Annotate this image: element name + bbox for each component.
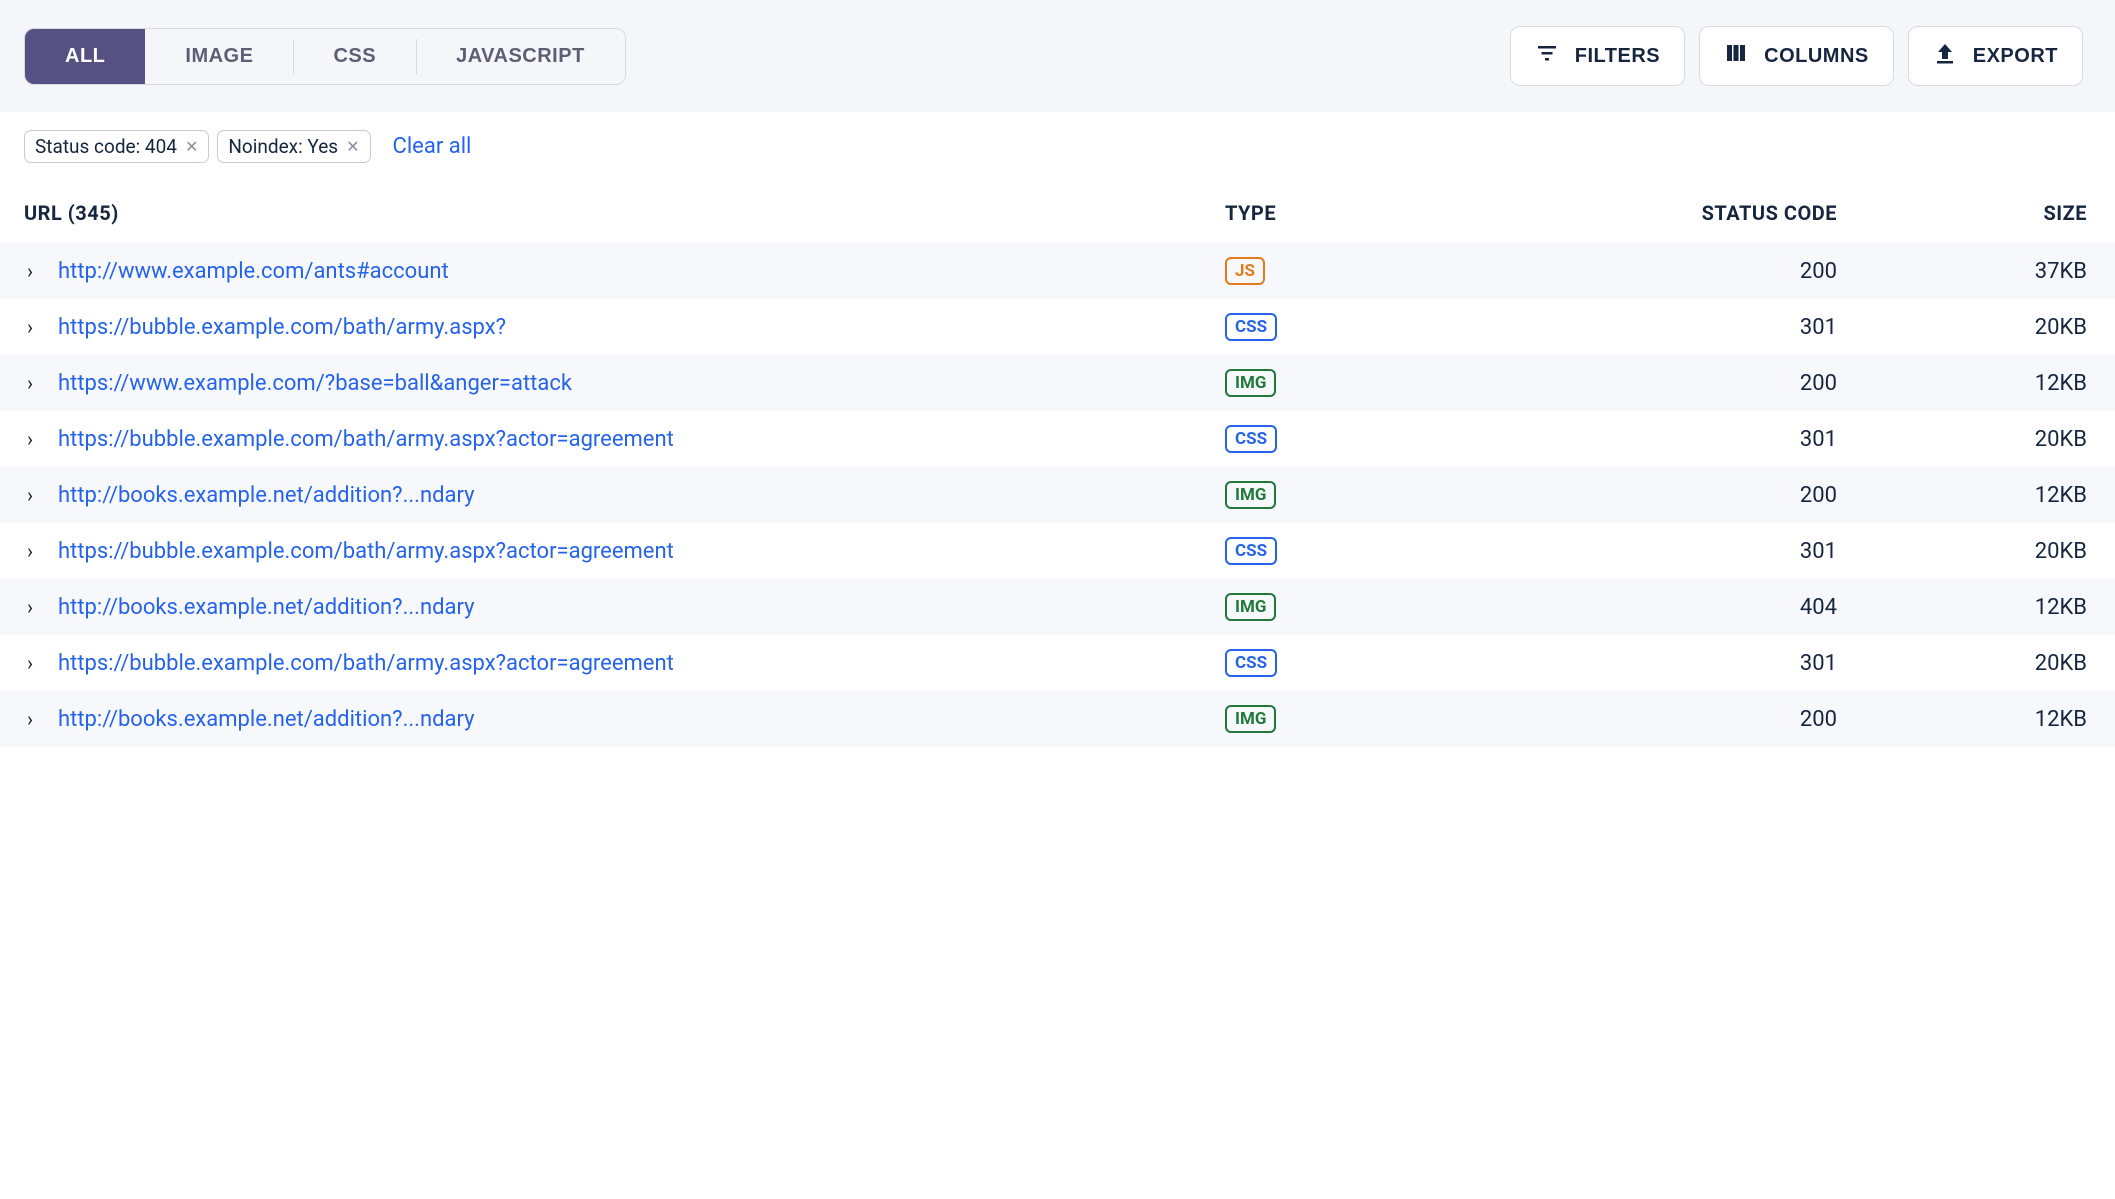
type-badge: IMG xyxy=(1225,705,1276,733)
chevron-right-icon[interactable]: › xyxy=(18,315,42,339)
chevron-right-icon[interactable]: › xyxy=(18,651,42,675)
status-code: 200 xyxy=(1507,371,1847,396)
url-link[interactable]: https://bubble.example.com/bath/army.asp… xyxy=(58,539,1207,564)
table-row: › http://books.example.net/addition?...nd… xyxy=(0,691,2115,747)
url-link[interactable]: http://books.example.net/addition?...nda… xyxy=(58,595,1207,620)
chevron-right-icon[interactable]: › xyxy=(18,595,42,619)
clear-all-filters[interactable]: Clear all xyxy=(393,134,472,159)
file-size: 12KB xyxy=(1847,707,2087,732)
type-badge: CSS xyxy=(1225,313,1277,341)
table-row: › https://bubble.example.com/bath/army.as… xyxy=(0,299,2115,355)
table-row: › https://bubble.example.com/bath/army.as… xyxy=(0,523,2115,579)
type-cell: CSS xyxy=(1207,649,1507,677)
type-badge: CSS xyxy=(1225,649,1277,677)
table-row: › https://www.example.com/?base=ball&ange… xyxy=(0,355,2115,411)
file-size: 20KB xyxy=(1847,651,2087,676)
columns-button[interactable]: COLUMNS xyxy=(1699,26,1894,86)
status-code: 200 xyxy=(1507,483,1847,508)
type-cell: IMG xyxy=(1207,481,1507,509)
type-cell: JS xyxy=(1207,257,1507,285)
url-link[interactable]: http://books.example.net/addition?...nda… xyxy=(58,707,1207,732)
status-code: 301 xyxy=(1507,427,1847,452)
columns-icon xyxy=(1724,41,1748,71)
chevron-right-icon[interactable]: › xyxy=(18,371,42,395)
status-code: 404 xyxy=(1507,595,1847,620)
status-code: 301 xyxy=(1507,315,1847,340)
type-cell: IMG xyxy=(1207,369,1507,397)
chevron-right-icon[interactable]: › xyxy=(18,483,42,507)
tab-javascript[interactable]: JAVASCRIPT xyxy=(416,29,625,84)
type-badge: IMG xyxy=(1225,593,1276,621)
url-link[interactable]: https://bubble.example.com/bath/army.asp… xyxy=(58,315,1207,340)
table-row: › http://www.example.com/ants#account JS 20… xyxy=(0,243,2115,299)
col-header-status[interactable]: STATUS CODE xyxy=(1507,201,1847,225)
file-size: 20KB xyxy=(1847,315,2087,340)
chevron-right-icon[interactable]: › xyxy=(18,427,42,451)
filter-chip-label: Status code: 404 xyxy=(35,135,177,158)
toolbar: ALL IMAGE CSS JAVASCRIPT FILTERS COLUMNS… xyxy=(0,0,2115,112)
col-header-type[interactable]: TYPE xyxy=(1207,201,1507,225)
close-icon[interactable]: ✕ xyxy=(185,139,198,155)
col-header-size[interactable]: SIZE xyxy=(1847,201,2087,225)
filter-icon xyxy=(1535,41,1559,71)
tab-image[interactable]: IMAGE xyxy=(145,29,293,84)
file-size: 12KB xyxy=(1847,483,2087,508)
status-code: 200 xyxy=(1507,259,1847,284)
table-row: › https://bubble.example.com/bath/army.as… xyxy=(0,411,2115,467)
file-size: 20KB xyxy=(1847,539,2087,564)
type-badge: CSS xyxy=(1225,425,1277,453)
url-table: URL (345) TYPE STATUS CODE SIZE › http://… xyxy=(0,171,2115,747)
filter-chip-label: Noindex: Yes xyxy=(228,135,338,158)
status-code: 301 xyxy=(1507,539,1847,564)
columns-label: COLUMNS xyxy=(1764,45,1869,68)
table-row: › http://books.example.net/addition?...nd… xyxy=(0,579,2115,635)
url-link[interactable]: http://books.example.net/addition?...nda… xyxy=(58,483,1207,508)
export-button[interactable]: EXPORT xyxy=(1908,26,2083,86)
status-code: 200 xyxy=(1507,707,1847,732)
tab-css[interactable]: CSS xyxy=(293,29,416,84)
chevron-right-icon[interactable]: › xyxy=(18,259,42,283)
table-row: › https://bubble.example.com/bath/army.as… xyxy=(0,635,2115,691)
type-cell: IMG xyxy=(1207,705,1507,733)
tab-group: ALL IMAGE CSS JAVASCRIPT xyxy=(24,28,626,85)
type-cell: CSS xyxy=(1207,313,1507,341)
close-icon[interactable]: ✕ xyxy=(346,139,359,155)
url-link[interactable]: http://www.example.com/ants#account xyxy=(58,259,1207,284)
filter-bar: Status code: 404 ✕ Noindex: Yes ✕ Clear … xyxy=(0,112,2115,171)
table-header: URL (345) TYPE STATUS CODE SIZE xyxy=(0,171,2115,243)
export-label: EXPORT xyxy=(1973,45,2058,68)
filters-button[interactable]: FILTERS xyxy=(1510,26,1685,86)
filter-chip[interactable]: Noindex: Yes ✕ xyxy=(217,130,370,163)
chevron-right-icon[interactable]: › xyxy=(18,707,42,731)
type-badge: CSS xyxy=(1225,537,1277,565)
col-header-url[interactable]: URL (345) xyxy=(24,201,1207,225)
file-size: 12KB xyxy=(1847,371,2087,396)
file-size: 12KB xyxy=(1847,595,2087,620)
type-badge: IMG xyxy=(1225,481,1276,509)
type-cell: CSS xyxy=(1207,537,1507,565)
chevron-right-icon[interactable]: › xyxy=(18,539,42,563)
type-cell: IMG xyxy=(1207,593,1507,621)
table-row: › http://books.example.net/addition?...nd… xyxy=(0,467,2115,523)
type-cell: CSS xyxy=(1207,425,1507,453)
action-group: FILTERS COLUMNS EXPORT xyxy=(1510,26,2083,86)
url-link[interactable]: https://www.example.com/?base=ball&anger… xyxy=(58,371,1207,396)
url-link[interactable]: https://bubble.example.com/bath/army.asp… xyxy=(58,651,1207,676)
table-body: › http://www.example.com/ants#account JS 20… xyxy=(0,243,2115,747)
url-link[interactable]: https://bubble.example.com/bath/army.asp… xyxy=(58,427,1207,452)
file-size: 20KB xyxy=(1847,427,2087,452)
tab-all[interactable]: ALL xyxy=(25,29,145,84)
type-badge: IMG xyxy=(1225,369,1276,397)
export-icon xyxy=(1933,41,1957,71)
status-code: 301 xyxy=(1507,651,1847,676)
type-badge: JS xyxy=(1225,257,1265,285)
filter-chip[interactable]: Status code: 404 ✕ xyxy=(24,130,209,163)
filters-label: FILTERS xyxy=(1575,45,1660,68)
file-size: 37KB xyxy=(1847,259,2087,284)
